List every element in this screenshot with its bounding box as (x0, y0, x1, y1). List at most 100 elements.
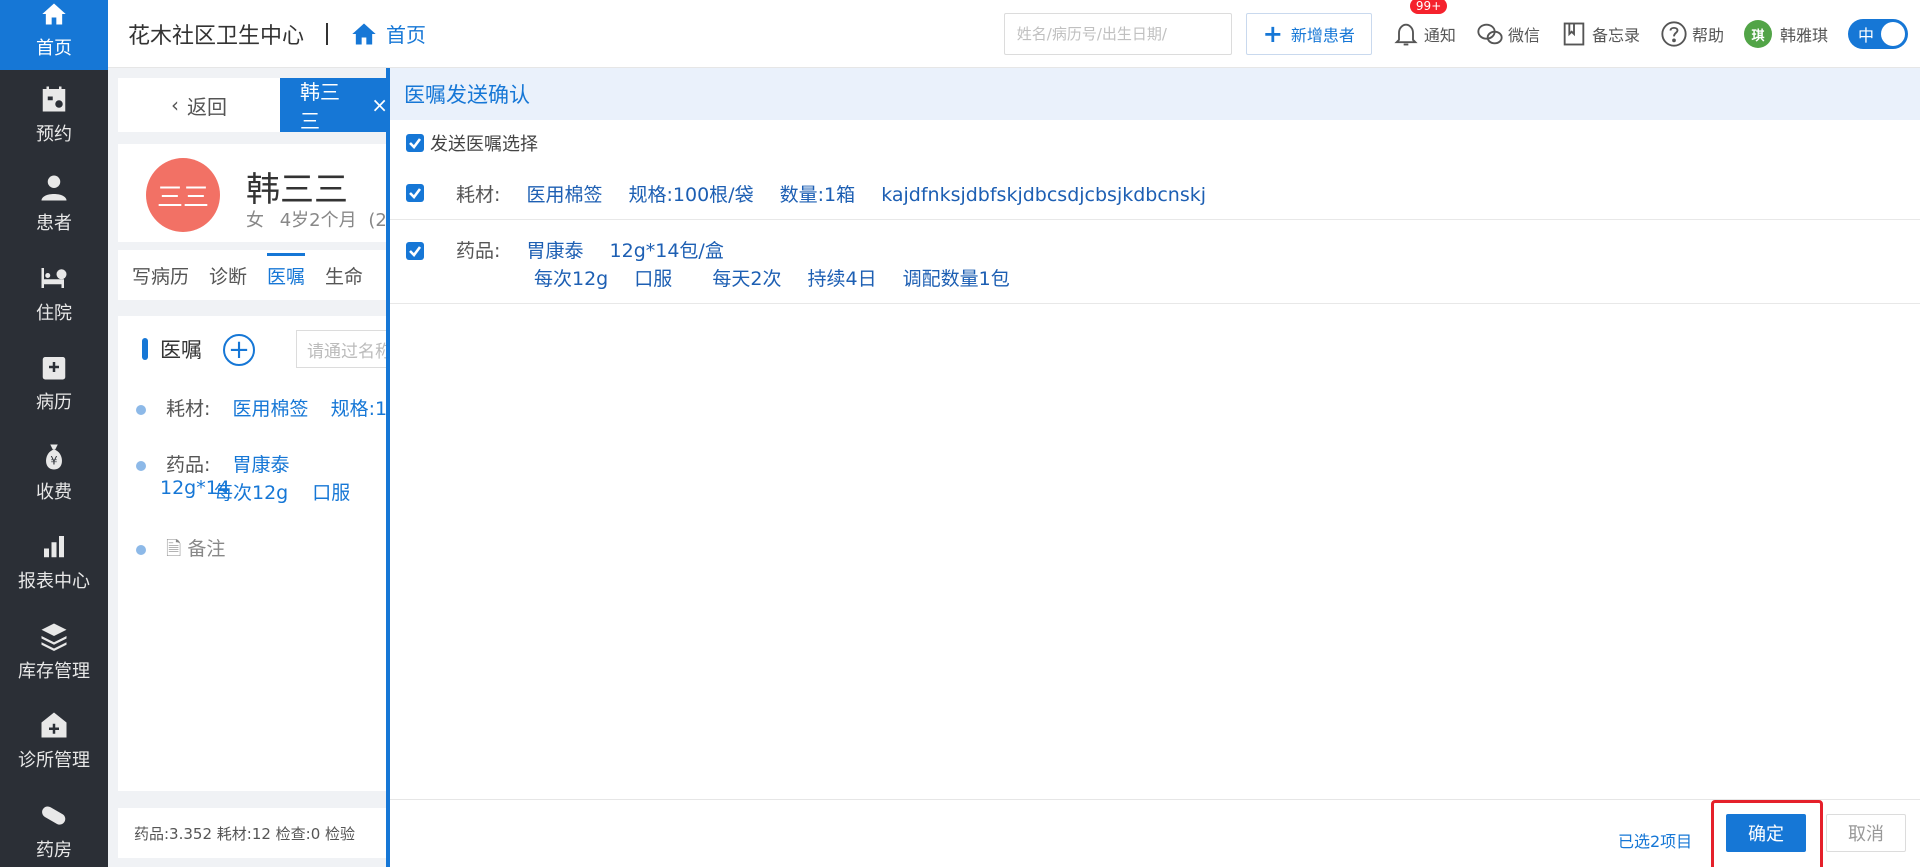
user-icon (41, 175, 67, 201)
cancel-button[interactable]: 取消 (1826, 814, 1906, 852)
avatar: 琪 (1743, 20, 1772, 48)
sidebar-item-label: 药房 (36, 839, 72, 861)
order-item-checkbox[interactable] (406, 242, 424, 260)
book-icon (1563, 22, 1585, 46)
drawer-footer: 已选2项目 确定 取消 (390, 799, 1920, 867)
cost-summary: 药品:3.352 耗材:12 检查:0 检验 (118, 808, 388, 858)
new-patient-label: 新增患者 (1290, 26, 1355, 45)
tab-orders[interactable]: 医嘱 (267, 253, 306, 289)
tab-write-record[interactable]: 写病历 (132, 262, 189, 289)
sidebar-item-records[interactable]: 病历 (0, 339, 108, 429)
language-toggle-label: 中 (1858, 26, 1875, 45)
back-label: 返回 (187, 94, 227, 119)
layers-icon (41, 623, 67, 651)
order-item-row: 药品: 胃康泰 12g*14包/盒 每次12g 口服 每天2次 持续4日 调配数… (390, 220, 1920, 304)
sidebar-item-inventory[interactable]: 库存管理 (0, 607, 108, 697)
order-item-line: 耗材: 医用棉签 规格:100根/袋 数量:1箱 kajdfnksjdbfskj… (456, 180, 1226, 207)
sidebar-item-inpatient[interactable]: 住院 (0, 249, 108, 339)
selected-count: 已选2项目 (1618, 832, 1693, 851)
list-item[interactable]: 耗材: 医用棉签 规格:1 (136, 394, 387, 421)
memo-label: 备忘录 (1591, 26, 1640, 45)
tab-patient-label: 韩三三 (300, 80, 340, 133)
patient-gender: 女 (246, 210, 264, 231)
item-frequency: 每天2次 (712, 268, 782, 290)
drawer-title: 医嘱发送确认 (390, 68, 1920, 120)
item-dispense: 调配数量1包 (902, 268, 1010, 290)
sidebar-item-label: 预约 (36, 123, 72, 145)
patient-search-input[interactable] (1003, 13, 1232, 55)
new-patient-button[interactable]: + 新增患者 (1245, 13, 1372, 55)
orders-title: 医嘱 (142, 334, 202, 364)
patient-info: 女 4岁2个月 (2 (246, 206, 387, 232)
patient-extra: (2 (368, 210, 387, 231)
item-route: 口服 (634, 268, 673, 290)
confirm-button[interactable]: 确定 (1726, 814, 1806, 852)
order-item-checkbox[interactable] (406, 184, 424, 202)
bar-chart-icon (44, 536, 64, 558)
note-item[interactable]: 🗎 备注 (136, 534, 225, 567)
title-accent-bar (142, 338, 148, 360)
orders-panel: 医嘱 + 请通过名称 耗材: 医用棉签 规格:1 药品: 胃康泰 12g*14 … (118, 316, 396, 791)
order-spec: 规格:1 (330, 398, 388, 420)
item-spec: 12g*14包/盒 (609, 240, 724, 262)
tab-diagnosis[interactable]: 诊断 (209, 262, 247, 289)
note-label: 备注 (187, 538, 226, 560)
user-menu[interactable]: 琪 韩雅琪 (1743, 20, 1828, 48)
help-label: 帮助 (1691, 26, 1724, 45)
sidebar-item-billing[interactable]: ¥ 收费 (0, 428, 108, 518)
item-name: 医用棉签 (526, 184, 603, 206)
orders-title-label: 医嘱 (160, 338, 202, 362)
top-header: 花木社区卫生中心 首页 + 新增患者 99+ 通知 微信 备忘录 帮助 琪 (108, 0, 1920, 68)
order-filter-input[interactable]: 请通过名称 (296, 330, 396, 368)
header-divider (326, 22, 329, 45)
back-button[interactable]: ‹ 返回 (118, 78, 280, 132)
tab-vitals[interactable]: 生命 (325, 262, 363, 289)
order-send-confirm-drawer: 医嘱发送确认 发送医嘱选择 耗材: 医用棉签 规格:100根/袋 数量:1箱 k… (386, 68, 1920, 867)
sidebar-item-label: 病历 (36, 392, 72, 414)
home-icon (42, 3, 66, 25)
order-name: 胃康泰 (232, 454, 290, 476)
sidebar-item-label: 诊所管理 (18, 750, 90, 772)
user-name: 韩雅琪 (1779, 26, 1828, 45)
order-dose: 每次12g (214, 482, 289, 504)
sidebar-item-clinic[interactable]: 诊所管理 (0, 697, 108, 787)
page-tabs: ‹ 返回 韩三三 × (118, 78, 388, 133)
memo-link[interactable]: 备忘录 (1560, 20, 1640, 48)
order-detail: 每次12g 口服 (214, 478, 350, 505)
notifications-link[interactable]: 99+ 通知 (1392, 0, 1456, 48)
item-dose: 每次12g (534, 268, 609, 290)
checkbox-checked-icon (406, 134, 424, 152)
item-type: 耗材: (456, 184, 501, 206)
sidebar-item-home[interactable]: 首页 (0, 0, 108, 70)
select-all-checkbox[interactable]: 发送医嘱选择 (406, 130, 538, 156)
bullet-icon (136, 460, 146, 471)
sidebar-item-label: 收费 (36, 481, 72, 503)
add-order-button[interactable]: + (223, 334, 255, 366)
item-note: kajdfnksjdbfskjdbcsdjcbsjkdbcnskj (881, 184, 1207, 206)
wechat-link[interactable]: 微信 (1476, 20, 1540, 48)
bed-icon (41, 267, 67, 288)
breadcrumb-label: 首页 (386, 23, 427, 47)
language-toggle[interactable]: 中 (1848, 19, 1908, 49)
sidebar-item-patients[interactable]: 患者 (0, 160, 108, 250)
bullet-icon (136, 404, 146, 415)
notification-badge: 99+ (1409, 0, 1448, 14)
sidebar-item-label: 库存管理 (18, 660, 90, 682)
sidebar-item-reports[interactable]: 报表中心 (0, 518, 108, 608)
sidebar-item-appointment[interactable]: 预约 (0, 70, 108, 160)
pill-icon (42, 806, 66, 825)
chevron-left-icon: ‹ (171, 93, 179, 117)
wechat-label: 微信 (1507, 26, 1540, 45)
item-name: 胃康泰 (526, 240, 584, 262)
patient-card: 三三 韩三三 女 4岁2个月 (2 (118, 144, 388, 242)
select-all-label: 发送医嘱选择 (430, 134, 538, 155)
help-link[interactable]: 帮助 (1660, 20, 1724, 48)
item-spec: 规格:100根/袋 (628, 184, 754, 206)
wechat-icon (1477, 23, 1503, 45)
tab-patient[interactable]: 韩三三 × (280, 78, 388, 133)
order-item-detail: 每次12g 口服 每天2次 持续4日 调配数量1包 (534, 264, 1030, 291)
bullet-icon (136, 544, 146, 555)
sidebar-item-pharmacy[interactable]: 药房 (0, 786, 108, 867)
plus-icon: + (1262, 20, 1283, 48)
breadcrumb-home[interactable]: 首页 (350, 19, 426, 48)
